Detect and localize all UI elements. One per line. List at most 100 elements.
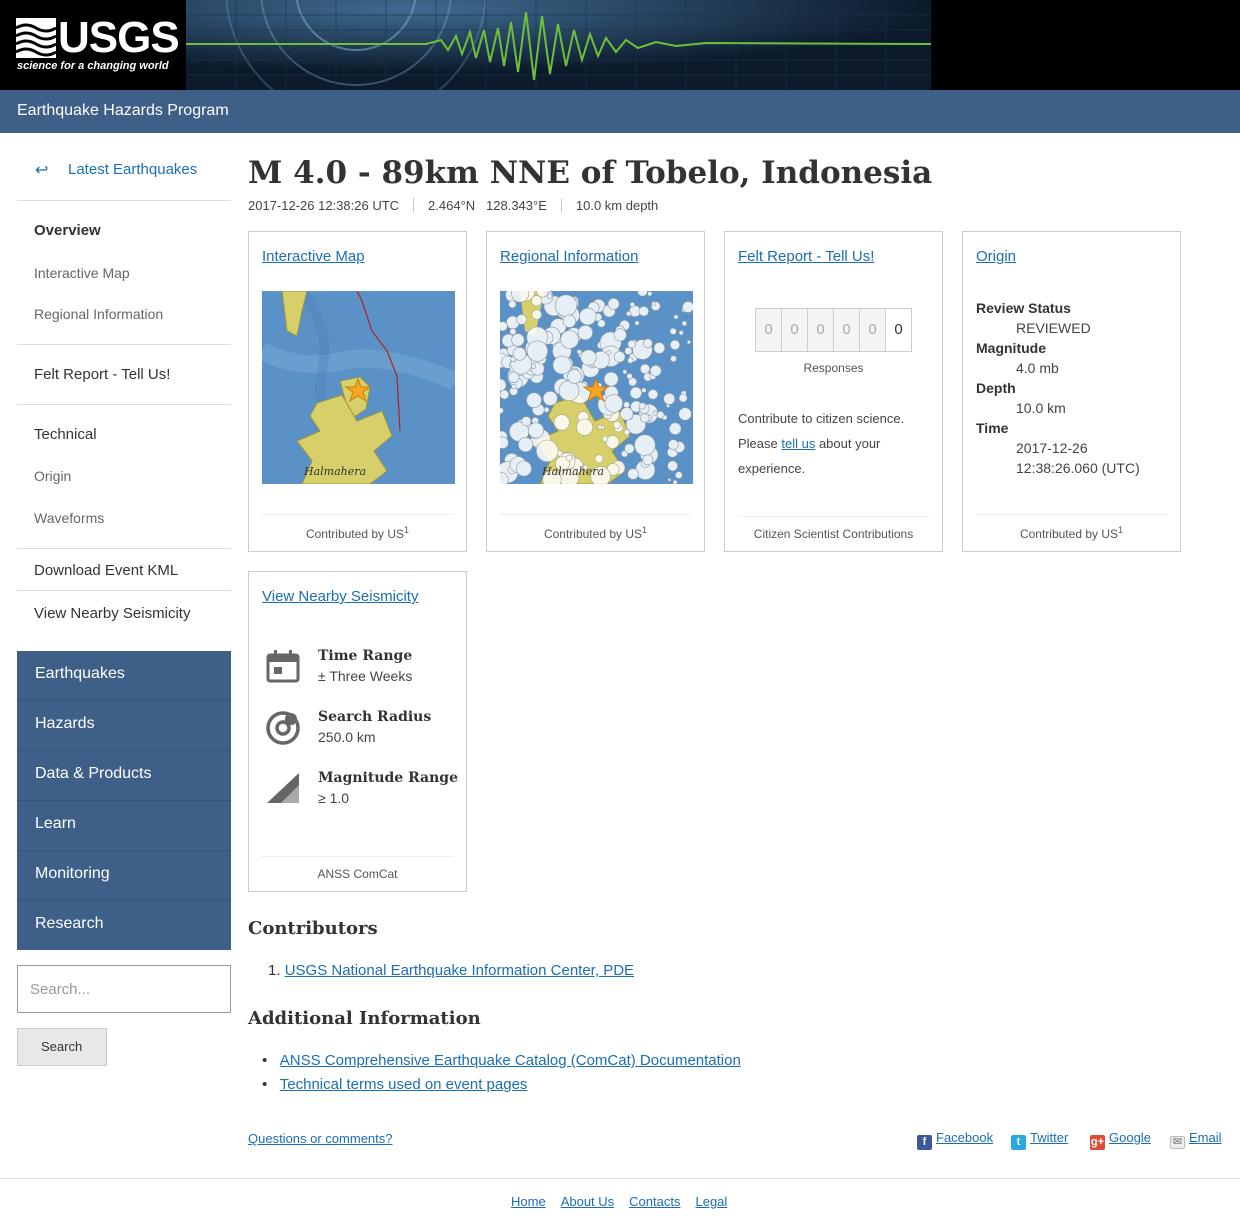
search-button[interactable]: Search [17,1028,107,1066]
seismicity-circle [667,460,678,472]
site-nav-hazards[interactable]: Hazards [17,701,231,751]
usgs-logo[interactable]: USGS science for a changing world [0,0,186,90]
list-item: • Technical terms used on event pages [262,1076,528,1093]
regional-information-card[interactable]: Regional Information Halmahera Contribut… [486,231,705,552]
comcat-doc-link[interactable]: ANSS Comprehensive Earthquake Catalog (C… [280,1052,741,1069]
site-header: USGS science for a changing world [0,0,1240,90]
footer-link-home[interactable]: Home [511,1194,546,1209]
event-time: 2017-12-26 12:38:26 UTC [248,198,400,213]
card-title-regional[interactable]: Regional Information [500,248,638,265]
seismicity-circle [649,365,662,377]
footer-link-contacts[interactable]: Contacts [629,1194,680,1209]
share-label: Google [1109,1130,1151,1145]
seismicity-circle [562,314,577,328]
magnitude-range-value: ≥ 1.0 [318,790,350,806]
seismicity-circle [526,392,542,408]
additional-info-heading: Additional Information [248,1008,481,1029]
regional-map-thumbnail[interactable]: Halmahera [500,291,693,484]
card-title-origin[interactable]: Origin [976,248,1016,265]
seismicity-circle [673,314,679,320]
share-facebook[interactable]: f Facebook [917,1130,993,1150]
sidebar-divider [17,590,231,591]
card-footer: ANSS ComCat [262,856,453,881]
page-footer: Home About Us Contacts Legal [0,1178,1240,1225]
interactive-map-card[interactable]: Interactive Map Halmahera Contributed by… [248,231,467,552]
contributors-heading: Contributors [248,918,378,939]
card-title-felt[interactable]: Felt Report - Tell Us! [738,248,874,265]
seismicity-circle [640,413,650,423]
card-title-interactive-map[interactable]: Interactive Map [262,248,365,265]
logo-text: USGS [58,13,180,62]
sidebar-item-overview[interactable]: Overview [34,222,101,239]
sidebar-item-origin[interactable]: Origin [34,468,71,484]
site-nav-earthquakes[interactable]: Earthquakes [17,651,231,701]
seismicity-circle [517,437,533,453]
share-google[interactable]: g+ Google [1090,1130,1151,1150]
seismogram-banner [186,0,931,90]
sidebar-item-nearby[interactable]: View Nearby Seismicity [34,605,190,622]
share-twitter[interactable]: t Twitter [1011,1130,1068,1150]
seismicity-circle [627,468,639,480]
sidebar-divider [17,404,231,405]
search-input[interactable]: Search... [17,965,231,1013]
search-button-label: Search [41,1039,83,1054]
counter-digit: 0 [781,308,808,352]
seismicity-circle [647,291,653,297]
seismicity-circle [638,306,650,317]
seismicity-circle [653,342,666,354]
seismicity-circle [552,355,572,375]
seismicity-circle [663,393,676,405]
footnote-ref[interactable]: 1 [1118,525,1123,535]
sidebar-item-technical[interactable]: Technical [34,426,97,443]
card-title-seismicity[interactable]: View Nearby Seismicity [262,588,418,605]
tell-us-link[interactable]: tell us [781,436,815,451]
site-nav-label: Learn [35,815,76,832]
seismicity-circle [619,407,634,421]
seismicity-circle [531,309,542,320]
card-footer: Contributed by US1 [262,514,453,541]
seismicity-circle [612,420,622,429]
site-nav-monitoring[interactable]: Monitoring [17,851,231,901]
site-nav-label: Monitoring [35,865,110,882]
share-email[interactable]: ✉ Email [1170,1130,1222,1149]
seismicity-circle [623,429,631,436]
sidebar-item-download-kml[interactable]: Download Event KML [34,562,178,579]
seismicity-circle [601,435,609,442]
footnote-ref[interactable]: 1 [404,525,409,535]
site-nav-label: Hazards [35,715,95,732]
contributor-link[interactable]: USGS National Earthquake Information Cen… [285,962,634,979]
site-nav-data-products[interactable]: Data & Products [17,751,231,801]
nearby-seismicity-card[interactable]: View Nearby Seismicity Time Range ± Thre… [248,571,467,892]
sidebar-item-interactive-map[interactable]: Interactive Map [34,265,130,281]
sidebar-item-felt-report[interactable]: Felt Report - Tell Us! [34,366,170,383]
site-nav-learn[interactable]: Learn [17,801,231,851]
sidebar-item-waveforms[interactable]: Waveforms [34,510,104,526]
seismicity-circle [666,403,671,408]
seismicity-circle [515,460,532,477]
questions-link[interactable]: Questions or comments? [248,1131,393,1146]
time-range-value: ± Three Weeks [318,668,413,684]
seismicity-circle [629,302,635,308]
sidebar-item-regional[interactable]: Regional Information [34,306,163,322]
interactive-map-thumbnail[interactable]: Halmahera [262,291,455,484]
share-label: Email [1189,1130,1222,1145]
seismicity-circle [678,393,688,403]
seismicity-circle [605,435,620,449]
felt-report-card[interactable]: Felt Report - Tell Us! 0 0 0 0 0 0 Respo… [724,231,943,552]
seismicity-circle [681,320,688,327]
seismicity-circle [511,333,525,347]
back-to-latest[interactable]: ↩ Latest Earthquakes [17,155,231,201]
footnote-ref[interactable]: 1 [642,525,647,535]
program-title[interactable]: Earthquake Hazards Program [17,102,229,120]
footer-link-about[interactable]: About Us [561,1194,614,1209]
origin-card[interactable]: Origin Review Status REVIEWED Magnitude … [962,231,1181,552]
seismicity-circle [536,439,559,463]
footer-link-legal[interactable]: Legal [695,1194,727,1209]
additional-info-list: • ANSS Comprehensive Earthquake Catalog … [262,1052,741,1100]
time-range-label: Time Range [318,648,413,664]
search-placeholder: Search... [30,981,91,998]
site-nav-research[interactable]: Research [17,901,231,950]
seismicity-circle [668,439,679,450]
back-label: Latest Earthquakes [68,161,198,178]
technical-terms-link[interactable]: Technical terms used on event pages [280,1076,528,1093]
